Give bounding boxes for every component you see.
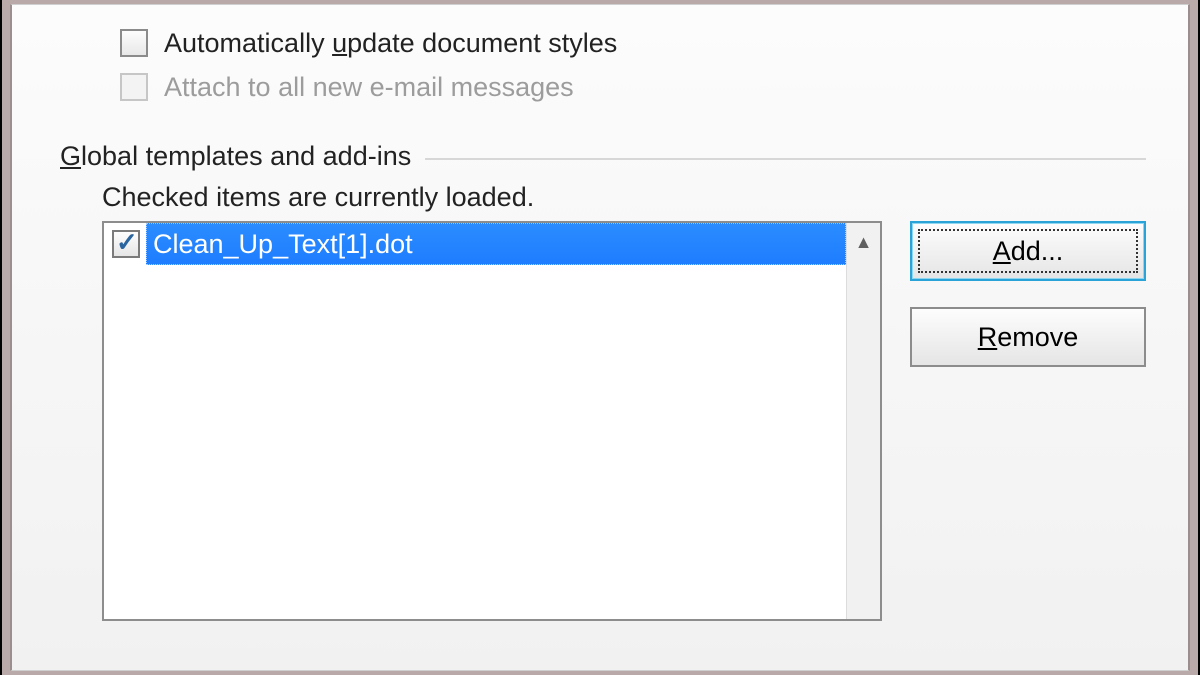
section-global-templates: Global templates and add-ins (60, 141, 1146, 172)
list-item-checkbox[interactable]: ✓ (112, 230, 140, 258)
listbox-scrollbar[interactable]: ▲ (846, 223, 880, 619)
dialog-frame: Automatically update document styles Att… (2, 0, 1198, 675)
add-button[interactable]: Add... (910, 221, 1146, 281)
auto-update-row: Automatically update document styles (120, 23, 1146, 63)
scroll-track[interactable] (847, 261, 880, 619)
list-item-label[interactable]: Clean_Up_Text[1].dot (146, 223, 846, 265)
loaded-items-caption: Checked items are currently loaded. (102, 182, 1146, 213)
auto-update-label: Automatically update document styles (164, 29, 617, 57)
section-title: Global templates and add-ins (60, 141, 425, 172)
attach-email-label: Attach to all new e-mail messages (164, 73, 574, 101)
check-icon: ✓ (116, 228, 138, 256)
remove-button[interactable]: Remove (910, 307, 1146, 367)
templates-listbox[interactable]: ✓ Clean_Up_Text[1].dot ▲ (102, 221, 882, 621)
templates-content-row: ✓ Clean_Up_Text[1].dot ▲ Add... (102, 221, 1146, 621)
dialog-inner: Automatically update document styles Att… (10, 4, 1190, 671)
attach-email-checkbox (120, 73, 148, 101)
attach-email-row: Attach to all new e-mail messages (120, 67, 1146, 107)
auto-update-checkbox[interactable] (120, 29, 148, 57)
list-item[interactable]: ✓ Clean_Up_Text[1].dot (104, 223, 846, 265)
section-divider (425, 158, 1146, 160)
templates-list-body: ✓ Clean_Up_Text[1].dot (104, 223, 846, 619)
side-buttons: Add... Remove (910, 221, 1146, 367)
scroll-up-icon[interactable]: ▲ (847, 223, 880, 261)
